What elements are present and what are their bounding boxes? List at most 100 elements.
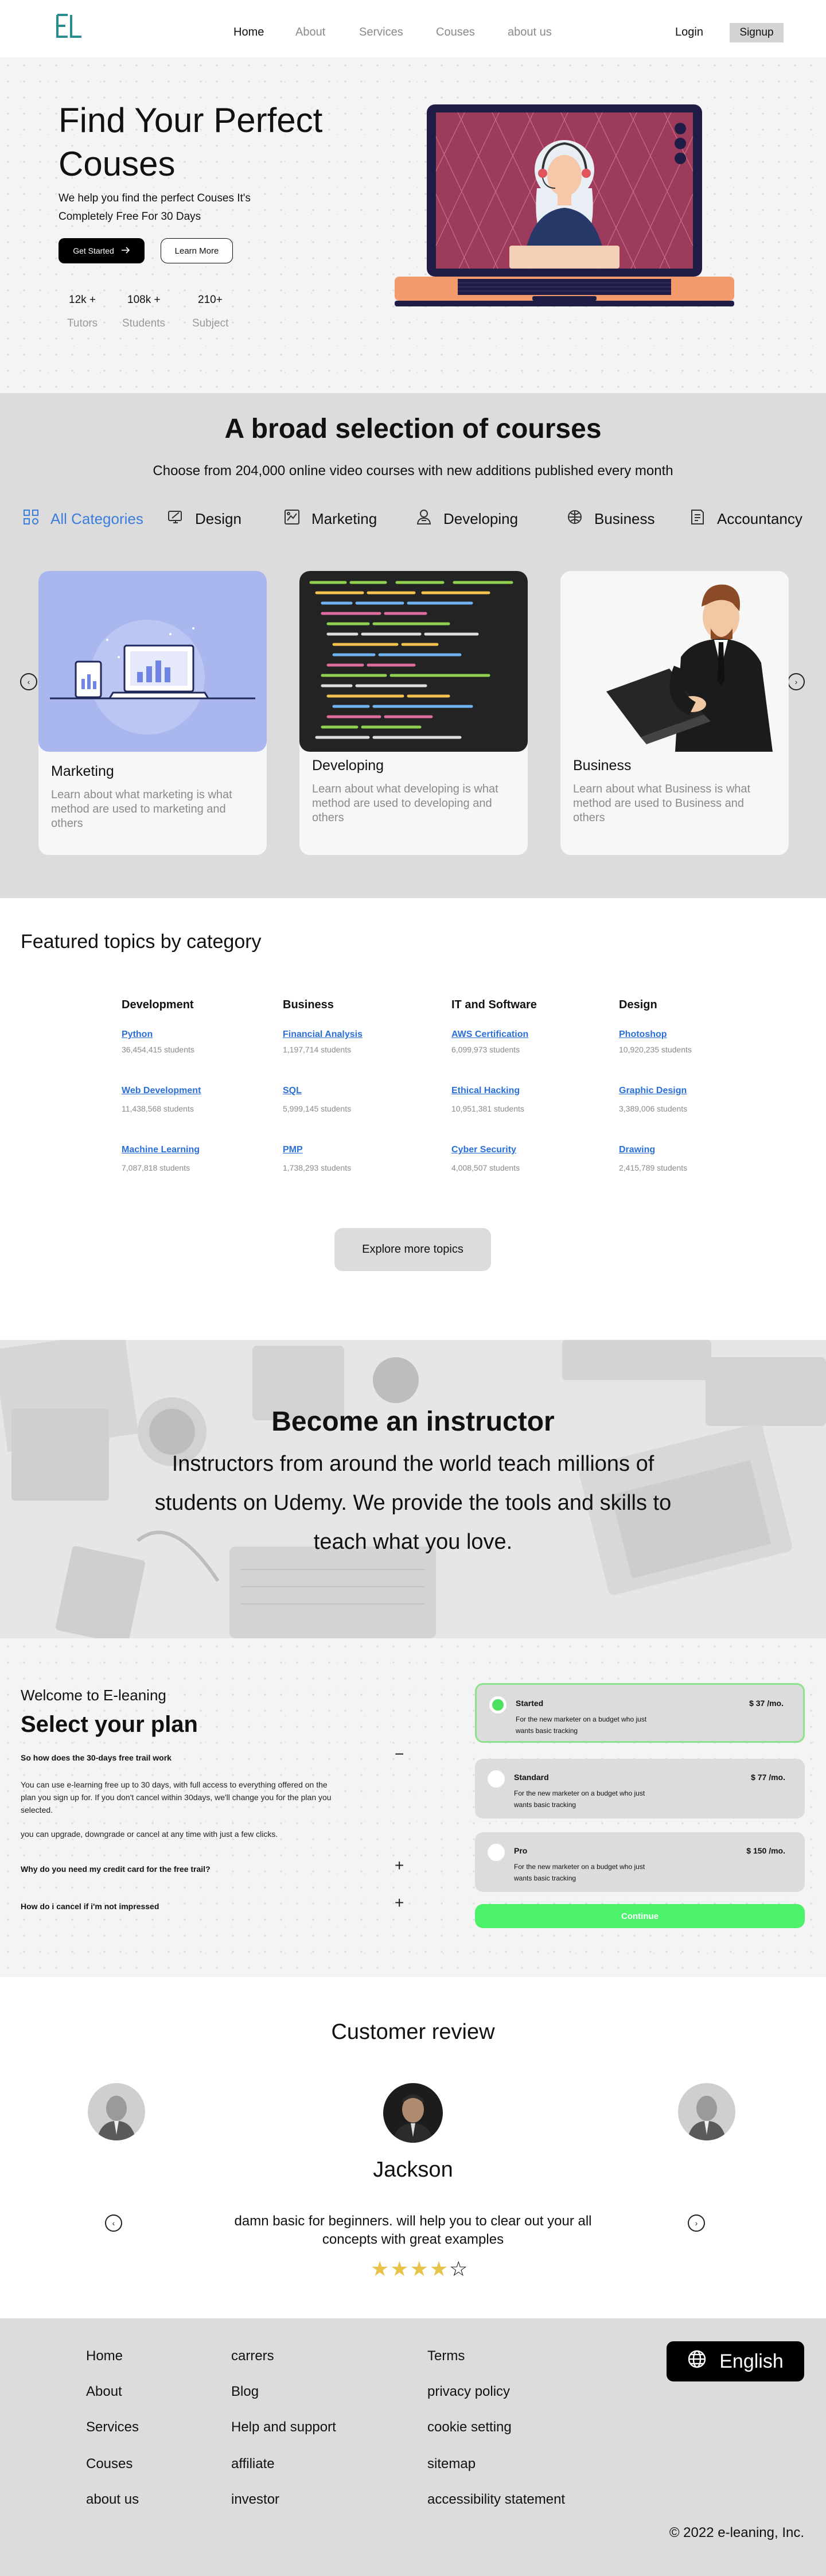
carousel-prev-button[interactable]: ‹ [20, 673, 37, 690]
course-card-developing[interactable]: Developing Learn about what developing i… [299, 571, 528, 855]
plan-option-standard[interactable]: Standard For the new marketer on a budge… [475, 1759, 805, 1819]
topic-link[interactable]: Graphic Design [619, 1086, 687, 1096]
plan-name: Pro [514, 1846, 528, 1855]
carousel-next-button[interactable]: › [788, 673, 805, 690]
design-icon [166, 508, 185, 530]
chevron-right-icon: › [794, 677, 798, 686]
plan-description: For the new marketer on a budget who jus… [514, 1863, 645, 1882]
continue-button[interactable]: Continue [475, 1904, 805, 1928]
reviewer-avatar-prev[interactable] [88, 2083, 145, 2140]
topic-count: 36,454,415 students [122, 1045, 194, 1054]
collapse-icon[interactable]: − [395, 1745, 404, 1763]
chevron-right-icon: › [695, 2218, 698, 2228]
expand-icon[interactable]: + [395, 1894, 404, 1912]
signup-button[interactable]: Signup [730, 23, 784, 42]
reviewer-avatar-active[interactable] [383, 2083, 443, 2143]
plan-description: For the new marketer on a budget who jus… [516, 1715, 647, 1735]
review-next-button[interactable]: › [688, 2214, 705, 2232]
plan-option-pro[interactable]: Pro For the new marketer on a budget who… [475, 1832, 805, 1892]
topic-count: 1,738,293 students [283, 1163, 352, 1172]
topic-link[interactable]: Financial Analysis [283, 1029, 363, 1040]
topic-count: 7,087,818 students [122, 1163, 190, 1172]
plan-option-started[interactable]: Started For the new marketer on a budget… [475, 1683, 805, 1743]
topic-link[interactable]: PMP [283, 1145, 303, 1155]
topic-link[interactable]: Web Development [122, 1086, 201, 1096]
topic-count: 10,951,381 students [451, 1104, 524, 1113]
radio-unselected-icon[interactable] [488, 1844, 505, 1861]
review-prev-button[interactable]: ‹ [105, 2214, 122, 2232]
category-business[interactable]: Business [566, 508, 655, 530]
topic-link[interactable]: Ethical Hacking [451, 1086, 520, 1096]
chevron-left-icon: ‹ [27, 677, 30, 686]
footer-link[interactable]: sitemap [427, 2456, 476, 2472]
category-label: All Categories [50, 510, 143, 527]
get-started-label: Get Started [73, 246, 114, 255]
learn-more-button[interactable]: Learn More [161, 238, 233, 263]
footer-link[interactable]: investor [231, 2492, 279, 2508]
topic-link[interactable]: Python [122, 1029, 153, 1040]
stat-students-label: Students [122, 317, 165, 329]
course-card-marketing[interactable]: Marketing Learn about what marketing is … [38, 571, 267, 855]
instructor-section: Become an instructor Instructors from ar… [0, 1340, 826, 1638]
topic-link[interactable]: Cyber Security [451, 1145, 516, 1155]
star-empty-icon: ☆ [449, 2257, 469, 2280]
plan-section: Welcome to E-leaning Select your plan So… [0, 1638, 826, 1977]
footer-link[interactable]: Services [86, 2419, 139, 2435]
footer-link[interactable]: Help and support [231, 2419, 336, 2435]
nav-services[interactable]: Services [359, 26, 403, 39]
course-card-business[interactable]: Business Learn about what Business is wh… [560, 571, 789, 855]
category-design[interactable]: Design [166, 508, 241, 530]
footer-link[interactable]: Blog [231, 2384, 259, 2400]
faq-answer: You can use e-learning free up to 30 day… [21, 1780, 332, 1815]
topic-link[interactable]: AWS Certification [451, 1029, 528, 1040]
language-selector[interactable]: English [667, 2341, 804, 2381]
business-icon [566, 508, 584, 530]
site-logo[interactable] [53, 13, 85, 40]
faq-question[interactable]: How do i cancel if i'm not impressed [21, 1902, 159, 1911]
instructor-title: Become an instructor [271, 1406, 555, 1437]
expand-icon[interactable]: + [395, 1856, 404, 1875]
topic-link[interactable]: Machine Learning [122, 1145, 200, 1155]
category-developing[interactable]: Developing [415, 508, 518, 530]
nav-home[interactable]: Home [233, 26, 264, 39]
column-heading-it-software: IT and Software [451, 998, 537, 1011]
nav-about-us[interactable]: about us [508, 26, 552, 39]
footer-link[interactable]: carrers [231, 2348, 274, 2364]
faq-question[interactable]: So how does the 30-days free trail work [21, 1753, 172, 1762]
footer-link[interactable]: about us [86, 2492, 139, 2508]
nav-couses[interactable]: Couses [436, 26, 475, 39]
category-marketing[interactable]: Marketing [283, 508, 377, 530]
footer-link[interactable]: About [86, 2384, 122, 2400]
footer-link[interactable]: privacy policy [427, 2384, 510, 2400]
course-card-description: Learn about what marketing is what metho… [51, 788, 232, 830]
column-heading-business: Business [283, 998, 334, 1011]
radio-selected-icon[interactable] [489, 1696, 506, 1714]
nav-about[interactable]: About [295, 26, 325, 39]
topic-link[interactable]: Photoshop [619, 1029, 667, 1040]
star-filled-icon: ★ [410, 2257, 430, 2280]
footer-link[interactable]: cookie setting [427, 2419, 512, 2435]
footer-link[interactable]: accessibility statement [427, 2492, 565, 2508]
category-accountancy[interactable]: Accountancy [688, 508, 802, 530]
category-all[interactable]: All Categories [22, 508, 143, 530]
star-filled-icon: ★ [429, 2257, 450, 2280]
get-started-button[interactable]: Get Started [59, 238, 145, 263]
footer-link[interactable]: Couses [86, 2456, 133, 2472]
footer-link[interactable]: Home [86, 2348, 123, 2364]
stat-students-value: 108k + [127, 294, 161, 306]
plan-name: Started [516, 1699, 544, 1708]
hero-subtitle: We help you find the perfect Couses It's… [59, 192, 251, 223]
radio-unselected-icon[interactable] [488, 1770, 505, 1788]
explore-more-button[interactable]: Explore more topics [334, 1228, 491, 1271]
login-link[interactable]: Login [675, 26, 703, 39]
topic-link[interactable]: Drawing [619, 1145, 655, 1155]
rating-stars: ★★★★☆ [371, 2257, 469, 2281]
faq-question[interactable]: Why do you need my credit card for the f… [21, 1864, 211, 1874]
reviewer-avatar-next[interactable] [678, 2083, 735, 2140]
welcome-text: Welcome to E-leaning [21, 1687, 166, 1704]
footer-link[interactable]: Terms [427, 2348, 465, 2364]
stat-subject-value: 210+ [198, 294, 223, 306]
footer-link[interactable]: affiliate [231, 2456, 275, 2472]
topic-link[interactable]: SQL [283, 1086, 302, 1096]
arrow-right-icon [121, 246, 130, 255]
